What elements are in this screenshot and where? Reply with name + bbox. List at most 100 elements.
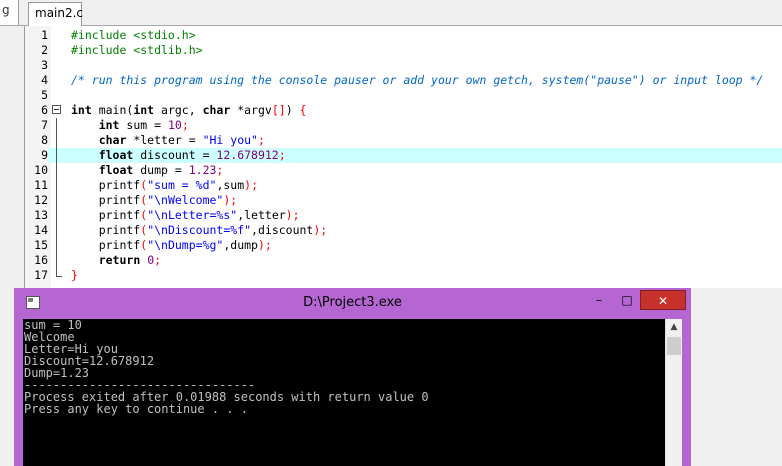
code-token: /* run this program using the console pa…	[71, 73, 764, 87]
code-line[interactable]: 17}	[25, 268, 782, 283]
code-token: "\nDump=%g"	[147, 238, 224, 252]
console-window: D:\Project3.exe – □ ✕ sum = 10 Welcome Let…	[14, 288, 691, 466]
code-token: 12.678912	[216, 148, 279, 162]
fold-guide-line	[52, 148, 66, 163]
maximize-button[interactable]: □	[614, 290, 640, 310]
console-scrollbar[interactable]: ▲	[665, 319, 682, 466]
code-token: float	[98, 163, 134, 177]
code-line[interactable]: 6 int main(int argc, char *argv[]) {	[25, 103, 782, 118]
line-number: 9	[25, 148, 48, 163]
line-number: 8	[25, 133, 48, 148]
line-number: 10	[25, 163, 48, 178]
project-browser-panel	[0, 26, 25, 288]
code-token: int	[98, 118, 120, 132]
code-text: char *letter = "Hi you";	[71, 133, 265, 148]
code-token: ,letter	[237, 208, 286, 222]
code-token: );	[223, 193, 238, 207]
code-line[interactable]: 5	[25, 88, 782, 103]
code-text: #include <stdio.h>	[71, 28, 196, 43]
line-number: 14	[25, 223, 48, 238]
code-line[interactable]: 12 printf("\nWelcome");	[25, 193, 782, 208]
code-line[interactable]: 14 printf("\nDiscount=%f",discount);	[25, 223, 782, 238]
code-token: ;	[278, 148, 286, 162]
code-text: int sum = 10;	[71, 118, 189, 133]
code-line[interactable]: 7 int sum = 10;	[25, 118, 782, 133]
scroll-up-arrow-icon[interactable]: ▲	[666, 319, 682, 336]
code-line[interactable]: 8 char *letter = "Hi you";	[25, 133, 782, 148]
code-token: "\nWelcome"	[147, 193, 224, 207]
code-token: )	[285, 103, 300, 117]
code-text: printf("\nDiscount=%f",discount);	[71, 223, 328, 238]
code-token: ,dump	[223, 238, 258, 252]
fold-guide-line	[52, 178, 66, 193]
line-number: 5	[25, 88, 48, 103]
line-number: 7	[25, 118, 48, 133]
code-editor[interactable]: 1 #include <stdio.h> 2 #include <stdlib.h> 3…	[25, 26, 782, 288]
code-token: argc,	[154, 103, 203, 117]
code-token: );	[244, 178, 258, 192]
code-line[interactable]: 2 #include <stdlib.h>	[25, 43, 782, 58]
line-number: 17	[25, 268, 48, 283]
line-number: 3	[25, 58, 48, 73]
code-token: "\nLetter=%s"	[147, 208, 238, 222]
code-token: int	[133, 103, 155, 117]
code-line[interactable]: 10 float dump = 1.23;	[25, 163, 782, 178]
line-number: 1	[25, 28, 48, 43]
code-token: char	[98, 133, 127, 147]
code-token: main(	[91, 103, 134, 117]
console-output[interactable]: sum = 10 Welcome Letter=Hi you Discount=12.…	[23, 319, 665, 466]
code-token: printf	[71, 208, 141, 222]
scroll-thumb[interactable]	[667, 337, 681, 355]
code-line[interactable]: 16 return 0;	[25, 253, 782, 268]
console-titlebar[interactable]: D:\Project3.exe – □ ✕	[14, 288, 691, 319]
code-token: );	[257, 238, 272, 252]
console-output-line: Discount=12.678912	[24, 354, 155, 368]
code-token: );	[313, 223, 328, 237]
fold-guide-line	[52, 193, 66, 208]
code-token: printf	[71, 238, 141, 252]
code-token: #include <stdio.h>	[71, 28, 196, 42]
code-line[interactable]: 13 printf("\nLetter=%s",letter);	[25, 208, 782, 223]
code-token: ;	[154, 253, 162, 267]
fold-guide-line	[52, 208, 66, 223]
console-output-line: sum = 10	[24, 319, 82, 332]
tab-main2-c[interactable]: main2.c	[28, 2, 83, 26]
code-text: printf("sum = %d",sum);	[71, 178, 258, 193]
code-text: printf("\nDump=%g",dump);	[71, 238, 272, 253]
code-text: int main(int argc, char *argv[]) {	[71, 103, 306, 118]
fold-toggle-icon[interactable]	[52, 103, 66, 118]
line-number: 15	[25, 238, 48, 253]
side-panel-tab-label: g	[2, 3, 10, 17]
code-line[interactable]: 1 #include <stdio.h>	[25, 28, 782, 43]
fold-guide-line	[52, 163, 66, 178]
line-number: 12	[25, 193, 48, 208]
code-line[interactable]: 4 /* run this program using the console p…	[25, 73, 782, 88]
code-token: {	[299, 103, 307, 117]
line-number: 2	[25, 43, 48, 58]
code-line[interactable]: 9 float discount = 12.678912;	[25, 148, 782, 163]
fold-guide-line	[52, 223, 66, 238]
code-line[interactable]: 15 printf("\nDump=%g",dump);	[25, 238, 782, 253]
code-line[interactable]: 3	[25, 58, 782, 73]
code-text: float discount = 12.678912;	[71, 148, 286, 163]
code-token: ;	[257, 133, 265, 147]
fold-guide-line	[52, 118, 66, 133]
code-token: 1.23	[188, 163, 217, 177]
fold-guide-line	[52, 133, 66, 148]
line-number: 6	[25, 103, 48, 118]
code-token: discount =	[133, 148, 217, 162]
side-panel-tab-stub[interactable]: g	[0, 0, 19, 25]
code-token: ,discount	[251, 223, 314, 237]
code-lines: 1 #include <stdio.h> 2 #include <stdlib.h> 3…	[25, 28, 782, 283]
minimize-button[interactable]: –	[586, 290, 612, 310]
fold-guide-line	[52, 238, 66, 253]
code-text: printf("\nWelcome");	[71, 193, 238, 208]
close-button[interactable]: ✕	[640, 290, 686, 310]
code-token: int	[71, 103, 92, 117]
code-token: }	[71, 268, 78, 282]
code-token: *letter =	[126, 133, 203, 147]
code-line[interactable]: 11 printf("sum = %d",sum);	[25, 178, 782, 193]
code-token: return	[98, 253, 141, 267]
